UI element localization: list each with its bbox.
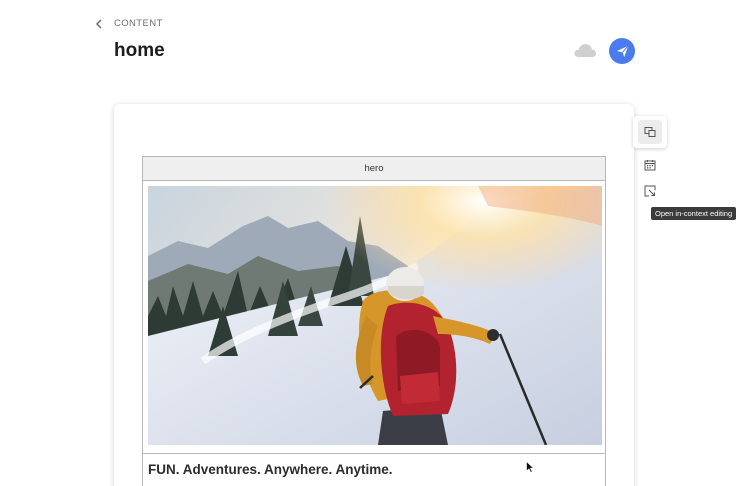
publish-button[interactable] <box>609 38 635 64</box>
editor-canvas: hero FUN. Adventures. Anywhere. Anytime. <box>114 104 634 486</box>
calendar-icon <box>644 160 656 171</box>
hero-image[interactable] <box>148 186 602 445</box>
hero-component[interactable]: hero FUN. Adventures. Anywhere. Anytime. <box>142 156 606 486</box>
hero-headline[interactable]: FUN. Adventures. Anywhere. Anytime. <box>148 462 393 477</box>
properties-panel-icon <box>644 127 656 137</box>
chevron-left-icon <box>95 19 102 29</box>
page-title: home <box>114 40 165 61</box>
schedule-button[interactable] <box>638 153 662 177</box>
back-button[interactable] <box>93 17 105 31</box>
paper-plane-icon <box>616 45 628 57</box>
properties-panel-button[interactable] <box>638 120 662 144</box>
open-in-context-button[interactable] <box>638 179 662 203</box>
cloud-icon <box>573 42 597 58</box>
open-in-context-icon <box>644 185 656 197</box>
content-divider <box>143 453 605 454</box>
breadcrumb[interactable]: CONTENT <box>114 18 163 29</box>
app-page: CONTENT home hero FUN. Adventures. Anywh… <box>0 0 750 486</box>
tooltip: Open in-context editing <box>651 207 737 220</box>
mouse-cursor-icon <box>526 460 535 473</box>
component-label: hero <box>143 157 605 181</box>
